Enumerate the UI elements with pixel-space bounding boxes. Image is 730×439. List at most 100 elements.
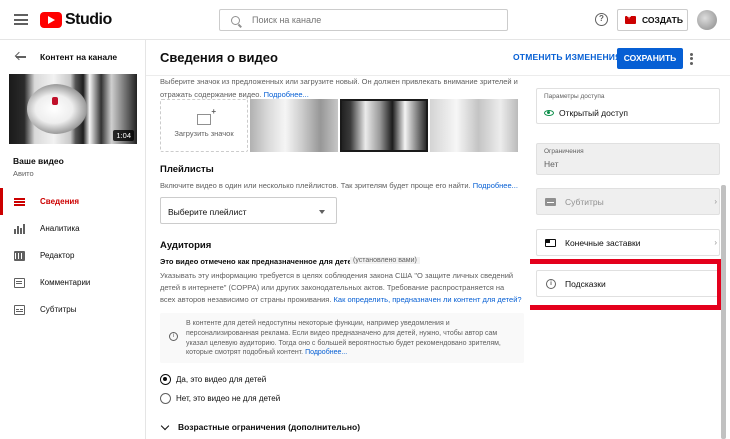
kids-info-link[interactable]: Подробнее... [305, 349, 347, 356]
end-screens-card[interactable]: Конечные заставки › [536, 229, 720, 256]
avatar[interactable] [697, 10, 717, 30]
chevron-down-icon [160, 421, 170, 430]
scrollbar[interactable] [721, 185, 726, 439]
create-label: СОЗДАТЬ [642, 15, 683, 25]
age-restriction-toggle[interactable]: Возрастные ограничения (дополнительно) [160, 421, 361, 432]
logo-text: Studio [65, 11, 112, 28]
playlist-dropdown-label: Выберите плейлист [168, 207, 247, 217]
editor-icon [14, 250, 25, 261]
thumbnail-option-1[interactable] [250, 99, 338, 152]
channel-name: Авито [13, 169, 34, 178]
details-icon [14, 196, 25, 207]
playlists-description: Включите видео в один или несколько плей… [160, 180, 525, 192]
radio-not-made-for-kids[interactable]: Нет, это видео не для детей [160, 393, 280, 404]
playlists-desc-text: Включите видео в один или несколько плей… [160, 181, 471, 190]
audience-status: Это видео отмечено как предназначенное д… [160, 257, 357, 266]
page-title: Сведения о видео [160, 50, 278, 65]
playlist-dropdown[interactable]: Выберите плейлист [160, 197, 337, 224]
upload-thumbnail-label: Загрузить значок [174, 128, 234, 138]
back-to-content[interactable]: Контент на канале [0, 48, 146, 66]
sidebar-item-label: Сведения [40, 197, 79, 206]
audience-title: Аудитория [160, 240, 212, 251]
analytics-icon [14, 223, 25, 234]
arrow-back-icon [16, 52, 26, 62]
radio-no-label: Нет, это видео не для детей [176, 394, 281, 403]
top-bar: Studio ? СОЗДАТЬ [0, 0, 730, 40]
sidebar-item-details[interactable]: Сведения [0, 188, 146, 215]
upload-thumbnail-button[interactable]: Загрузить значок [160, 99, 248, 152]
kids-info-line4: которые смотрят подобный контент. [186, 349, 304, 357]
thumbnail-desc-line2: отражать содержание видео. [160, 90, 262, 99]
add-photo-icon [197, 107, 216, 125]
eye-icon [544, 110, 554, 116]
create-button[interactable]: СОЗДАТЬ [617, 9, 688, 31]
radio-button-checked[interactable] [160, 374, 171, 385]
thumbnail-desc-line1: Выберите значок из предложенных или загр… [160, 77, 518, 86]
thumbnail-option-2-selected[interactable] [340, 99, 428, 152]
kids-info-text: В контенте для детей недоступны некоторы… [186, 319, 516, 358]
sidebar-item-label: Субтитры [40, 305, 77, 314]
help-icon[interactable]: ? [595, 13, 608, 26]
sidebar-item-analytics[interactable]: Аналитика [0, 215, 146, 242]
more-options-icon[interactable] [690, 53, 694, 65]
visibility-value: Открытый доступ [544, 108, 628, 118]
youtube-play-icon [40, 12, 62, 28]
kids-info-line3: указал целевую аудиторию. Тогда оно с бо… [186, 339, 501, 347]
car-detail [52, 97, 58, 105]
back-label: Контент на канале [40, 52, 118, 62]
video-thumbnail[interactable]: 1:04 [9, 74, 137, 144]
restrictions-label: Ограничения [544, 148, 584, 155]
visibility-value-text: Открытый доступ [559, 108, 628, 118]
visibility-label: Параметры доступа [544, 93, 605, 100]
radio-button-unchecked[interactable] [160, 393, 171, 404]
subtitles-icon [545, 197, 556, 206]
audience-desc-line1: Указывать эту информацию требуется в цел… [160, 271, 514, 280]
save-button[interactable]: СОХРАНИТЬ [617, 48, 683, 69]
sidebar-item-label: Комментарии [40, 278, 91, 287]
details-form: Выберите значок из предложенных или загр… [146, 76, 530, 439]
kids-info-line2: персонализированная реклама. Если видео … [186, 329, 498, 337]
audience-description: Указывать эту информацию требуется в цел… [160, 270, 525, 306]
studio-logo[interactable]: Studio [40, 11, 112, 29]
search-input[interactable] [252, 15, 492, 25]
thumbnail-more-link[interactable]: Подробнее... [264, 90, 309, 99]
end-screen-icon [545, 238, 556, 247]
radio-yes-label: Да, это видео для детей [176, 375, 267, 384]
restrictions-value: Нет [544, 159, 559, 169]
audience-help-link[interactable]: Как определить, предназначен ли контент … [334, 295, 522, 304]
playlists-title: Плейлисты [160, 164, 214, 175]
info-icon: i [169, 332, 178, 341]
menu-icon[interactable] [14, 14, 28, 25]
sidebar-item-label: Редактор [40, 251, 75, 260]
end-screens-label: Конечные заставки [565, 237, 641, 248]
age-restriction-label: Возрастные ограничения (дополнительно) [178, 422, 361, 432]
highlight-box [530, 259, 722, 310]
comments-icon [14, 277, 25, 288]
visibility-card[interactable]: Параметры доступа Открытый доступ [536, 88, 720, 124]
sidebar-item-editor[interactable]: Редактор [0, 242, 146, 269]
thumbnail-description: Выберите значок из предложенных или загр… [160, 76, 525, 101]
search-box[interactable] [219, 9, 508, 31]
subtitles-icon [14, 304, 25, 315]
right-panel: Параметры доступа Открытый доступ Ограни… [530, 76, 730, 439]
create-video-icon [625, 14, 636, 24]
radio-made-for-kids[interactable]: Да, это видео для детей [160, 374, 266, 385]
audience-status-tag: (установлено вами) [350, 257, 420, 264]
sidebar-nav: Сведения Аналитика Редактор Комментарии … [0, 188, 146, 323]
sidebar: Контент на канале 1:04 Ваше видео Авито … [0, 40, 146, 439]
expand-icon: › [714, 238, 717, 247]
undo-changes-button[interactable]: ОТМЕНИТЬ ИЗМЕНЕНИЯ [513, 52, 621, 62]
thumbnail-option-3[interactable] [430, 99, 518, 152]
expand-icon: › [714, 197, 717, 206]
kids-info-box: i В контенте для детей недоступны некото… [160, 313, 524, 363]
thumbnail-options: Загрузить значок [160, 99, 518, 152]
playlists-more-link[interactable]: Подробнее... [473, 181, 518, 190]
main-header: Сведения о видео ОТМЕНИТЬ ИЗМЕНЕНИЯ СОХР… [146, 40, 730, 76]
sidebar-item-label: Аналитика [40, 224, 80, 233]
sidebar-item-comments[interactable]: Комментарии [0, 269, 146, 296]
search-icon [231, 15, 240, 25]
sidebar-item-subtitles[interactable]: Субтитры [0, 296, 146, 323]
subtitles-card[interactable]: Субтитры › [536, 188, 720, 215]
audience-desc-line3: всех авторов независимо от страны прожив… [160, 295, 332, 304]
restrictions-card: Ограничения Нет [536, 143, 720, 175]
